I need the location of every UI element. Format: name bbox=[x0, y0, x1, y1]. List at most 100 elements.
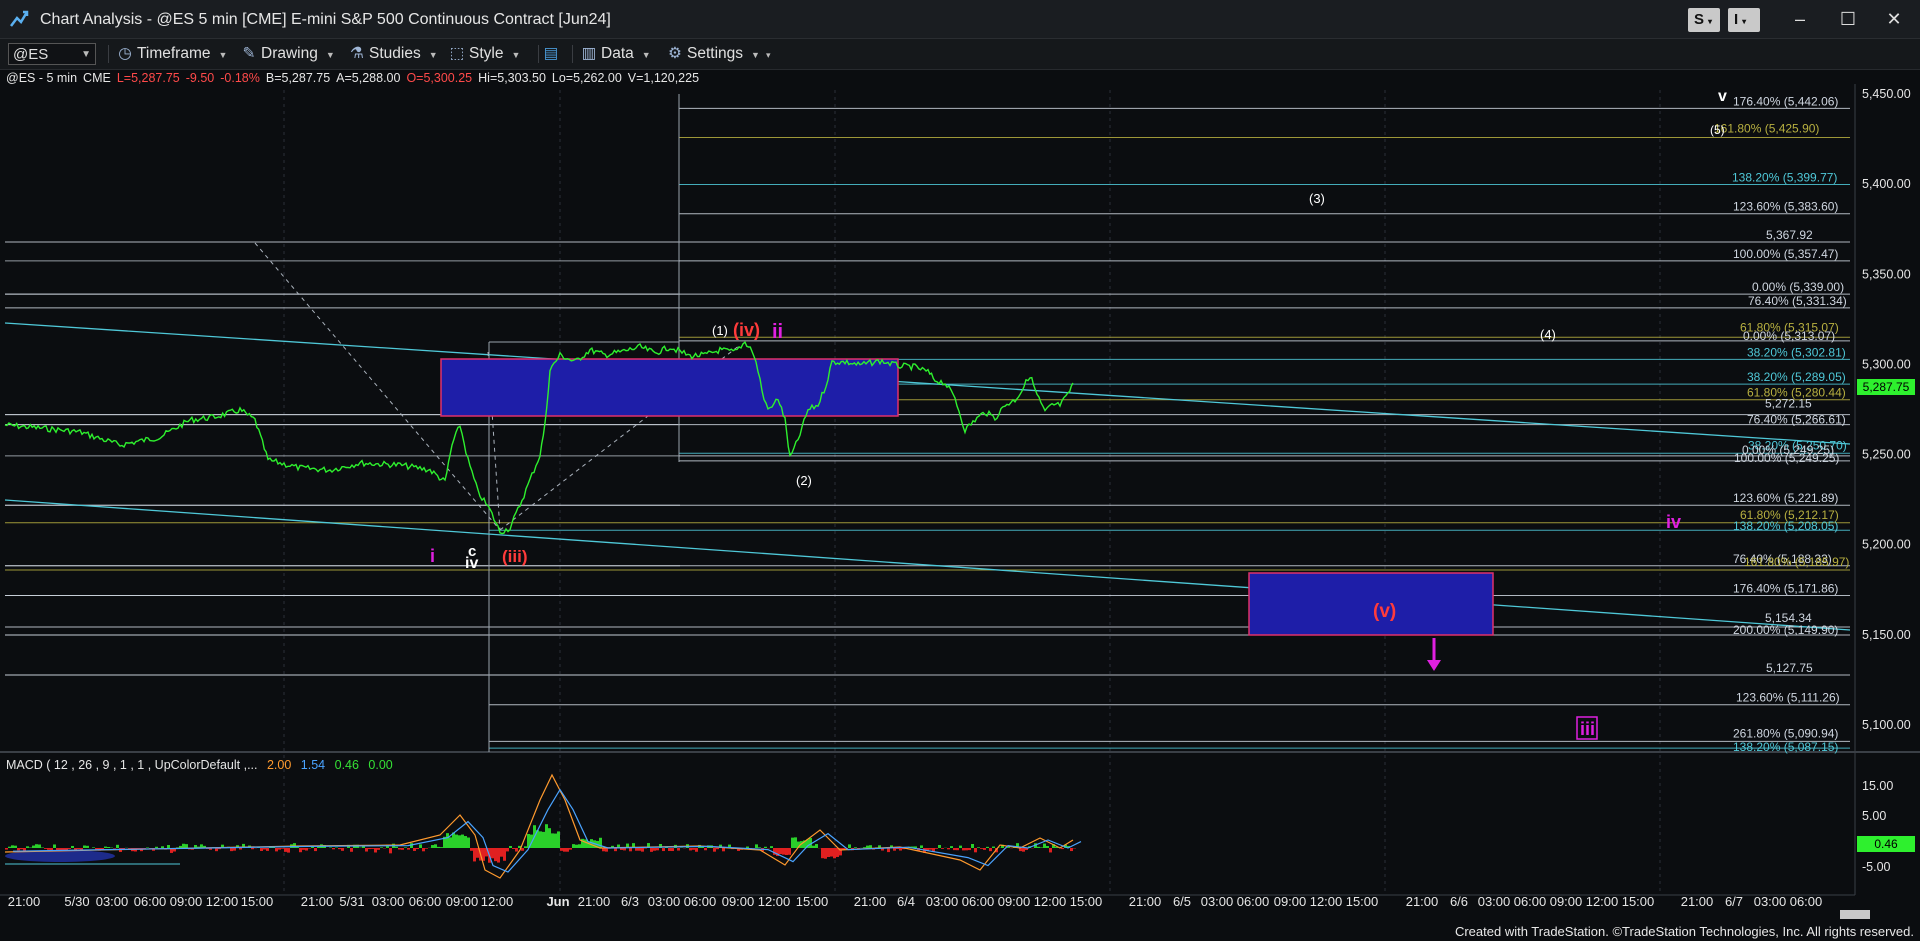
fib-label: 161.80% (5,425.90) bbox=[1714, 121, 1819, 135]
macd-bar bbox=[293, 843, 296, 848]
wave-label-box bbox=[1576, 716, 1598, 740]
macd-bar bbox=[1055, 846, 1058, 848]
fib-label: 0.00% (5,313.07) bbox=[1743, 329, 1835, 343]
macd-bar bbox=[152, 848, 155, 851]
macd-bar bbox=[1022, 848, 1025, 852]
macd-bar bbox=[290, 844, 293, 848]
fib-label: 176.40% (5,442.06) bbox=[1733, 94, 1838, 108]
macd-bar bbox=[176, 847, 179, 848]
price-tick-label: 5,200.00 bbox=[1862, 538, 1911, 552]
drawing-menu[interactable]: ✎ Drawing ▼ bbox=[240, 43, 335, 65]
projection-lines bbox=[254, 242, 741, 531]
macd-bar bbox=[980, 848, 983, 849]
macd-bar bbox=[878, 845, 881, 848]
macd-bar bbox=[650, 848, 653, 852]
macd-bar bbox=[647, 843, 650, 848]
studies-menu[interactable]: ⚗ Studies ▼ bbox=[348, 43, 438, 65]
time-tick-label: 09:00 bbox=[722, 894, 755, 909]
macd-bar bbox=[74, 848, 77, 851]
macd-bar bbox=[677, 848, 680, 851]
macd-bar bbox=[806, 839, 809, 848]
macd-bar bbox=[569, 848, 572, 850]
macd-bar bbox=[386, 844, 389, 848]
macd-bar bbox=[737, 848, 740, 851]
close-icon[interactable]: ✕ bbox=[1876, 6, 1912, 32]
minimize-icon[interactable]: – bbox=[1782, 6, 1818, 32]
macd-bar bbox=[236, 845, 239, 848]
macd-bar bbox=[599, 837, 602, 848]
macd-bar bbox=[119, 848, 122, 852]
macd-bar bbox=[791, 837, 794, 848]
trend-lines bbox=[4, 322, 1851, 631]
macd-bar bbox=[212, 847, 215, 848]
fib-label: 38.20% (5,289.05) bbox=[1747, 370, 1846, 384]
macd-bar bbox=[827, 848, 830, 858]
macd-bar bbox=[632, 843, 635, 848]
macd-bar bbox=[992, 846, 995, 848]
time-tick-label: 03:00 bbox=[1201, 894, 1234, 909]
macd-bar bbox=[653, 848, 656, 851]
macd-bar bbox=[926, 848, 929, 851]
macd-bar bbox=[449, 837, 452, 848]
i-button[interactable]: I ▾ bbox=[1728, 8, 1760, 32]
time-tick-label: 06:00 bbox=[1237, 894, 1270, 909]
layout-button[interactable]: ▤ bbox=[542, 43, 563, 65]
gear-icon: ⚙ bbox=[668, 45, 682, 62]
macd-bar bbox=[380, 847, 383, 848]
macd-bar bbox=[803, 840, 806, 848]
macd-bar bbox=[776, 848, 779, 856]
style-menu[interactable]: ⬚ Style ▼ bbox=[448, 43, 521, 65]
macd-histogram bbox=[5, 824, 1076, 865]
fib-label: 138.20% (5,399.77) bbox=[1732, 171, 1837, 185]
fib-label: 161.80% (5,185.97) bbox=[1744, 555, 1849, 569]
macd-bar bbox=[53, 844, 56, 848]
fib-label: 76.40% (5,331.34) bbox=[1748, 294, 1847, 308]
macd-bar bbox=[524, 846, 527, 848]
horizontal-scrollbar[interactable] bbox=[1840, 910, 1870, 919]
bar-chart-icon: ▥ bbox=[581, 45, 597, 62]
macd-bar bbox=[578, 844, 581, 848]
quote-volume: V=1,120,225 bbox=[627, 71, 700, 85]
macd-bar bbox=[800, 841, 803, 848]
quote-pct: -0.18% bbox=[220, 71, 260, 85]
time-tick-label: 6/3 bbox=[621, 894, 639, 909]
price-chart[interactable]: 176.40% (5,442.06) 161.80% (5,425.90) 138.… bbox=[0, 0, 1920, 941]
macd-bar bbox=[521, 848, 524, 851]
window-title: Chart Analysis - @ES 5 min [CME] E-mini … bbox=[40, 11, 611, 28]
chevron-down-icon: ▼ bbox=[81, 49, 91, 60]
quote-high: Hi=5,303.50 bbox=[478, 71, 546, 85]
symbol-input[interactable]: @ES ▼ bbox=[8, 43, 96, 65]
quote-symbol: @ES - 5 min bbox=[6, 71, 78, 85]
macd-bar bbox=[314, 848, 317, 852]
data-menu[interactable]: ▥ Data ▼ bbox=[580, 43, 651, 65]
macd-bar bbox=[281, 848, 284, 849]
macd-bar bbox=[674, 844, 677, 848]
quote-low: Lo=5,262.00 bbox=[551, 71, 622, 85]
macd-bar bbox=[494, 848, 497, 862]
time-tick-label: Jun bbox=[546, 894, 569, 909]
pencil-icon: ✎ bbox=[242, 45, 256, 62]
macd-bar bbox=[260, 848, 263, 851]
s-button[interactable]: S ▾ bbox=[1688, 8, 1720, 32]
maximize-icon[interactable]: ☐ bbox=[1830, 6, 1866, 32]
macd-bar bbox=[467, 837, 470, 848]
macd-bar bbox=[533, 825, 536, 848]
macd-bar bbox=[185, 844, 188, 848]
macd-bar bbox=[491, 848, 494, 859]
macd-bar bbox=[668, 848, 671, 851]
tradestation-logo-icon bbox=[10, 10, 29, 27]
macd-bar bbox=[959, 845, 962, 848]
macd-bar bbox=[422, 848, 425, 852]
settings-menu[interactable]: ⚙ Settings ▼ ▾ bbox=[666, 43, 770, 65]
macd-bar bbox=[275, 848, 278, 852]
macd-bar bbox=[836, 848, 839, 857]
macd-bar bbox=[440, 847, 443, 848]
timeframe-menu[interactable]: ◷ Timeframe ▼ bbox=[116, 43, 227, 65]
macd-bar bbox=[572, 844, 575, 848]
macd-bar bbox=[179, 845, 182, 848]
macd-bar bbox=[518, 845, 521, 848]
macd-bar bbox=[530, 834, 533, 848]
macd-bar bbox=[1064, 844, 1067, 848]
macd-bar bbox=[581, 838, 584, 848]
macd-bar bbox=[833, 848, 836, 859]
